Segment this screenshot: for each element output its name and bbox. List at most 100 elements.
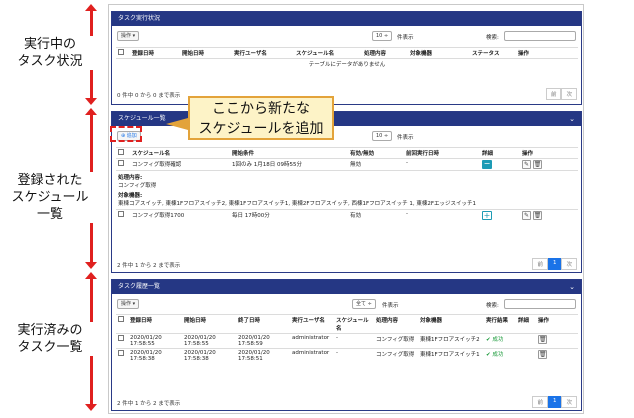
task-history-table: 登録日時 開始日時 終了日時 実行ユーザ名 スケジュール名 処理内容 対象機器 … (116, 314, 578, 363)
next-page-button[interactable]: 次 (561, 88, 577, 100)
table-row: 2020/01/20 17:58:38 2020/01/20 17:58:38 … (116, 348, 578, 363)
cell-condition: 毎日 17時00分 (230, 209, 348, 221)
cell-end: 2020/01/20 17:58:59 (236, 333, 290, 349)
col-status[interactable]: ステータス (470, 47, 516, 59)
col-condition[interactable]: 開始条件 (230, 147, 348, 159)
cell-start: 2020/01/20 17:58:55 (182, 333, 236, 349)
col-schedule[interactable]: スケジュール名 (334, 314, 374, 334)
select-all-checkbox[interactable] (118, 49, 124, 55)
col-registered[interactable]: 登録日時 (128, 314, 182, 334)
col-target[interactable]: 対象機器 (408, 47, 470, 59)
search-input[interactable] (504, 299, 576, 309)
select-all-checkbox[interactable] (118, 149, 124, 155)
cell-enabled: 無効 (348, 158, 404, 171)
cell-schedule: - (334, 333, 374, 349)
cell-enabled: 有効 (348, 209, 404, 221)
next-page-button[interactable]: 次 (561, 258, 577, 270)
detail-process: コンフィグ取得 (118, 183, 157, 189)
col-operation: 操作 (520, 147, 578, 159)
col-target[interactable]: 対象機器 (418, 314, 484, 334)
trash-icon[interactable]: 🗑 (538, 335, 547, 344)
panel-task-history: タスク履歴一覧 ⌄ 操作 ▾ 全て ÷ 件表示 検索: 登録日時 開始日時 終了日… (111, 279, 582, 411)
table-row: コンフィグ取得確認 1回のみ 1月18日 09時55分 無効 - − ✎ 🗑 (116, 158, 578, 171)
pager: 前 次 (545, 88, 577, 100)
row-checkbox[interactable] (118, 160, 124, 166)
cell-start: 2020/01/20 17:58:38 (182, 348, 236, 363)
col-process[interactable]: 処理内容 (362, 47, 408, 59)
col-end[interactable]: 終了日時 (236, 314, 290, 334)
row-checkbox[interactable] (118, 335, 124, 341)
select-all-checkbox[interactable] (118, 316, 124, 322)
cell-target: 東棟1Fフロアスイッチ2 (418, 333, 484, 349)
cell-condition: 1回のみ 1月18日 09時55分 (230, 158, 348, 171)
cell-result: 成功 (492, 352, 504, 358)
page-size-select[interactable]: 全て ÷ (352, 299, 376, 309)
collapse-detail-icon[interactable]: − (482, 160, 492, 169)
search-input[interactable] (504, 31, 576, 41)
page-1-button[interactable]: 1 (547, 258, 562, 270)
edit-icon[interactable]: ✎ (522, 211, 531, 220)
panel-schedule-list: スケジュール一覧 ⌄ ⊕ 追加 10 ÷ 件表示 スケジュール名 開始条件 有効/… (111, 111, 582, 273)
table-row: 2020/01/20 17:58:55 2020/01/20 17:58:55 … (116, 333, 578, 349)
col-enabled[interactable]: 有効/無効 (348, 147, 404, 159)
cell-schedule: - (334, 348, 374, 363)
callout-tail (166, 118, 188, 130)
table-info: 2 件中 1 から 2 まで表示 (117, 263, 181, 269)
cell-end: 2020/01/20 17:58:51 (236, 348, 290, 363)
operation-dropdown-button[interactable]: 操作 ▾ (117, 299, 140, 309)
cell-result: 成功 (492, 337, 504, 343)
detail-target: 東棟コアスイッチ, 東棟1Fフロアスイッチ2, 東棟1Fフロアスイッチ1, 東棟… (118, 201, 477, 207)
collapse-chevron-icon[interactable]: ⌄ (569, 280, 575, 294)
table-header-row: スケジュール名 開始条件 有効/無効 前回実行日時 詳細 操作 (116, 147, 578, 159)
row-checkbox[interactable] (118, 211, 124, 217)
table-row-detail: 処理内容: コンフィグ取得 対象機器: 東棟コアスイッチ, 東棟1Fフロアスイッ… (116, 170, 578, 210)
col-start[interactable]: 開始日時 (182, 314, 236, 334)
collapse-chevron-icon[interactable]: ⌄ (569, 112, 575, 126)
prev-page-button[interactable]: 前 (532, 396, 548, 408)
col-operation: 操作 (516, 47, 578, 59)
cell-process: コンフィグ取得 (374, 333, 418, 349)
table-row: コンフィグ取得1700 毎日 17時00分 有効 - + ✎ 🗑 (116, 209, 578, 221)
expand-detail-icon[interactable]: + (482, 211, 492, 220)
cell-target: 東棟1Fフロアスイッチ1 (418, 348, 484, 363)
page-size-label: 件表示 (397, 35, 414, 41)
col-user[interactable]: 実行ユーザ名 (290, 314, 334, 334)
page-size-select[interactable]: 10 ÷ (372, 131, 393, 141)
trash-icon[interactable]: 🗑 (538, 350, 547, 359)
col-start[interactable]: 開始日時 (180, 47, 232, 59)
row-checkbox[interactable] (118, 350, 124, 356)
cell-registered: 2020/01/20 17:58:55 (128, 333, 182, 349)
arrow-head-down (85, 98, 97, 105)
page-size-label: 件表示 (397, 135, 414, 141)
col-user[interactable]: 実行ユーザ名 (232, 47, 294, 59)
search-label: 検索: (486, 303, 499, 309)
annotation-running: 実行中の タスク状況 (0, 36, 100, 70)
arrow-head-down (85, 262, 97, 269)
cell-schedule-name: コンフィグ取得1700 (130, 209, 230, 221)
col-schedule[interactable]: スケジュール名 (294, 47, 362, 59)
table-info: 0 件中 0 から 0 まで表示 (117, 93, 181, 99)
schedule-table: スケジュール名 開始条件 有効/無効 前回実行日時 詳細 操作 コンフィグ取得確… (116, 147, 578, 221)
callout-add-schedule: ここから新たな スケジュールを追加 (188, 96, 334, 140)
panel-title: スケジュール一覧 (118, 115, 166, 122)
empty-message: テーブルにデータがありません (116, 58, 578, 69)
col-last-run[interactable]: 前回実行日時 (404, 147, 480, 159)
search-label: 検索: (486, 35, 499, 41)
col-result[interactable]: 実行結果 (484, 314, 516, 334)
trash-icon[interactable]: 🗑 (532, 211, 542, 220)
task-status-table: 登録日時 開始日時 実行ユーザ名 スケジュール名 処理内容 対象機器 ステータス… (116, 47, 578, 69)
panel-header: タスク実行状況 (112, 12, 581, 26)
col-process[interactable]: 処理内容 (374, 314, 418, 334)
prev-page-button[interactable]: 前 (532, 258, 548, 270)
edit-icon[interactable]: ✎ (522, 160, 531, 169)
prev-page-button[interactable]: 前 (545, 88, 562, 100)
page-1-button[interactable]: 1 (547, 396, 562, 408)
next-page-button[interactable]: 次 (561, 396, 577, 408)
operation-dropdown-button[interactable]: 操作 ▾ (117, 31, 140, 41)
detail-process-label: 処理内容: (118, 175, 143, 181)
trash-icon[interactable]: 🗑 (532, 160, 542, 169)
page-size-select[interactable]: 10 ÷ (372, 31, 393, 41)
page-size-label: 件表示 (382, 303, 399, 309)
col-registered[interactable]: 登録日時 (130, 47, 180, 59)
col-schedule-name[interactable]: スケジュール名 (130, 147, 230, 159)
